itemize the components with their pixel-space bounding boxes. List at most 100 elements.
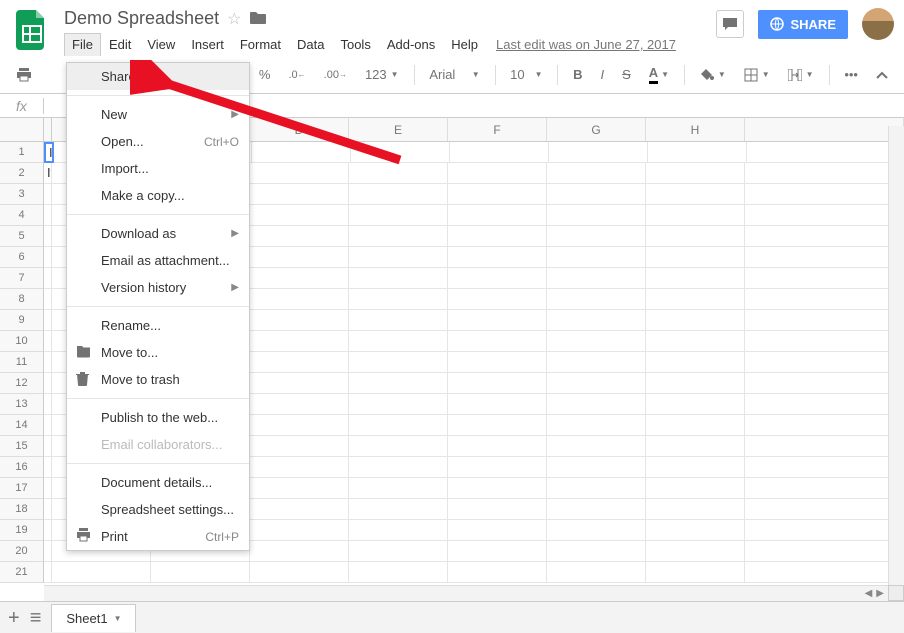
cell[interactable] xyxy=(250,478,349,499)
cell[interactable] xyxy=(250,457,349,478)
menu-view[interactable]: View xyxy=(139,33,183,56)
cell[interactable] xyxy=(44,289,52,310)
share-button[interactable]: SHARE xyxy=(758,10,848,39)
row-header[interactable]: 15 xyxy=(0,436,44,457)
cell[interactable] xyxy=(745,499,904,520)
cell[interactable] xyxy=(349,331,448,352)
cell[interactable] xyxy=(151,562,250,583)
document-title[interactable]: Demo Spreadsheet xyxy=(64,8,219,29)
cell[interactable] xyxy=(44,562,52,583)
cell[interactable] xyxy=(250,436,349,457)
cell[interactable] xyxy=(44,184,52,205)
cell[interactable] xyxy=(646,562,745,583)
cell[interactable] xyxy=(448,436,547,457)
cell[interactable] xyxy=(547,226,646,247)
percent-button[interactable]: % xyxy=(253,63,277,86)
cell[interactable] xyxy=(547,499,646,520)
all-sheets-button[interactable]: ≡ xyxy=(30,608,42,628)
cell[interactable] xyxy=(646,478,745,499)
row-header[interactable]: 2 xyxy=(0,163,44,184)
cell[interactable] xyxy=(349,226,448,247)
cell[interactable] xyxy=(349,499,448,520)
last-edit-link[interactable]: Last edit was on June 27, 2017 xyxy=(496,37,676,52)
cell[interactable] xyxy=(547,478,646,499)
cell[interactable] xyxy=(745,541,904,562)
cell[interactable] xyxy=(250,226,349,247)
col-header-i[interactable] xyxy=(745,118,904,141)
cell[interactable] xyxy=(44,541,52,562)
cell[interactable] xyxy=(646,499,745,520)
row-header[interactable]: 8 xyxy=(0,289,44,310)
cell[interactable] xyxy=(44,499,52,520)
cell[interactable] xyxy=(44,373,52,394)
cell[interactable] xyxy=(351,142,450,163)
menu-import[interactable]: Import... xyxy=(67,155,249,182)
fill-color-button[interactable]: ▼ xyxy=(694,64,732,86)
cell[interactable] xyxy=(547,541,646,562)
cell[interactable] xyxy=(646,541,745,562)
cell[interactable] xyxy=(44,247,52,268)
bold-button[interactable]: B xyxy=(567,63,588,86)
menu-data[interactable]: Data xyxy=(289,33,332,56)
row-header[interactable]: 3 xyxy=(0,184,44,205)
cell[interactable] xyxy=(250,247,349,268)
collapse-toolbar-button[interactable] xyxy=(870,67,894,83)
cell[interactable] xyxy=(547,247,646,268)
cell[interactable] xyxy=(349,394,448,415)
sheets-logo[interactable] xyxy=(10,8,54,52)
decrease-decimal-button[interactable]: .0← xyxy=(282,65,311,85)
menu-move-to[interactable]: Move to... xyxy=(67,339,249,366)
folder-icon[interactable] xyxy=(249,10,267,28)
cell[interactable] xyxy=(450,142,549,163)
cell[interactable] xyxy=(250,541,349,562)
row-header[interactable]: 14 xyxy=(0,415,44,436)
cell[interactable] xyxy=(745,394,904,415)
menu-tools[interactable]: Tools xyxy=(332,33,378,56)
cell[interactable] xyxy=(349,541,448,562)
cell[interactable] xyxy=(349,352,448,373)
menu-move-to-trash[interactable]: Move to trash xyxy=(67,366,249,393)
cell[interactable] xyxy=(646,436,745,457)
cell[interactable] xyxy=(745,457,904,478)
menu-document-details[interactable]: Document details... xyxy=(67,469,249,496)
cell[interactable] xyxy=(547,520,646,541)
cell[interactable] xyxy=(448,499,547,520)
cell[interactable] xyxy=(349,163,448,184)
cell[interactable] xyxy=(745,184,904,205)
cell[interactable] xyxy=(747,142,904,163)
cell[interactable] xyxy=(250,499,349,520)
cell[interactable] xyxy=(349,247,448,268)
cell[interactable] xyxy=(448,520,547,541)
cell[interactable] xyxy=(547,562,646,583)
col-header-h[interactable]: H xyxy=(646,118,745,141)
vertical-scrollbar[interactable] xyxy=(888,126,904,585)
cell[interactable] xyxy=(547,205,646,226)
font-select[interactable]: Arial▼ xyxy=(423,63,485,86)
cell[interactable] xyxy=(448,478,547,499)
cell[interactable] xyxy=(448,373,547,394)
cell[interactable] xyxy=(448,268,547,289)
cell[interactable] xyxy=(44,331,52,352)
row-header[interactable]: 10 xyxy=(0,331,44,352)
row-header[interactable]: 11 xyxy=(0,352,44,373)
cell[interactable] xyxy=(349,520,448,541)
menu-open[interactable]: Open...Ctrl+O xyxy=(67,128,249,155)
cell[interactable] xyxy=(547,184,646,205)
cell[interactable] xyxy=(745,478,904,499)
cell[interactable] xyxy=(52,562,151,583)
cell[interactable] xyxy=(745,415,904,436)
cell[interactable] xyxy=(349,478,448,499)
cell[interactable] xyxy=(745,373,904,394)
cell[interactable] xyxy=(349,415,448,436)
tab-menu-icon[interactable]: ▼ xyxy=(114,614,122,623)
cell[interactable] xyxy=(448,205,547,226)
cell[interactable] xyxy=(646,520,745,541)
cell[interactable] xyxy=(250,184,349,205)
cell[interactable] xyxy=(448,457,547,478)
cell[interactable] xyxy=(44,268,52,289)
cell[interactable] xyxy=(549,142,648,163)
menu-help[interactable]: Help xyxy=(443,33,486,56)
menu-publish[interactable]: Publish to the web... xyxy=(67,404,249,431)
cell[interactable] xyxy=(646,205,745,226)
cell[interactable] xyxy=(646,163,745,184)
